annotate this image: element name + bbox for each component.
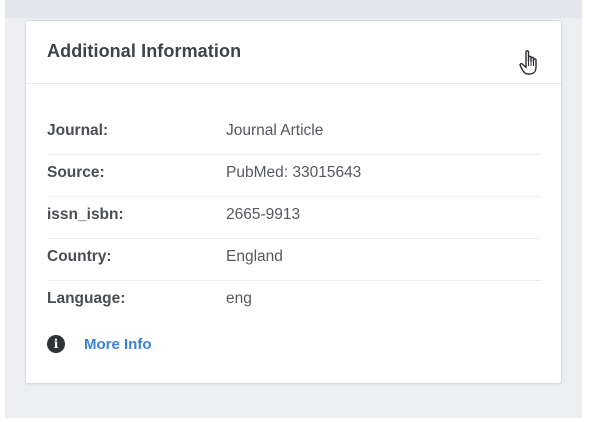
detail-value: PubMed: 33015643 [226, 164, 362, 181]
top-strip [5, 0, 582, 18]
details-list: Journal: Journal Article Source: PubMed:… [47, 113, 541, 322]
detail-value: Journal Article [226, 122, 324, 139]
detail-value: eng [226, 290, 252, 307]
detail-row-country: Country: England [47, 239, 541, 281]
detail-value: 2665-9913 [226, 206, 301, 223]
additional-information-card: Additional Information Journal: Journal … [25, 20, 562, 384]
card-header: Additional Information [26, 21, 561, 84]
detail-label: Journal: [47, 122, 109, 139]
detail-row-journal: Journal: Journal Article [47, 113, 541, 155]
card-title: Additional Information [47, 41, 242, 61]
detail-row-source: Source: PubMed: 33015643 [47, 155, 541, 197]
detail-label: Country: [47, 248, 112, 265]
detail-label: Language: [47, 290, 126, 307]
detail-value: England [226, 248, 283, 265]
more-info-link-row[interactable]: i More Info [47, 333, 152, 355]
detail-label: issn_isbn: [47, 206, 124, 223]
info-icon: i [47, 335, 65, 353]
more-info-link[interactable]: More Info [84, 336, 152, 353]
detail-label: Source: [47, 164, 105, 181]
hand-pointer-icon[interactable] [519, 49, 539, 77]
detail-row-language: Language: eng [47, 281, 541, 322]
detail-row-issn-isbn: issn_isbn: 2665-9913 [47, 197, 541, 239]
